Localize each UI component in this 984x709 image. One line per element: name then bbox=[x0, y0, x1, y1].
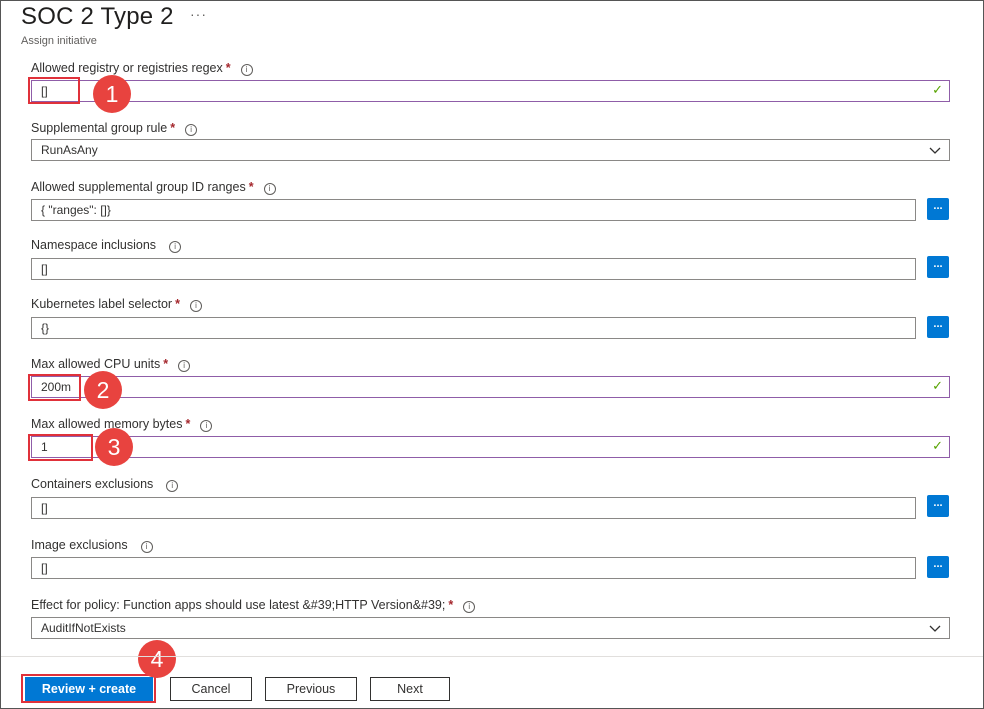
field-label: Max allowed memory bytes * i bbox=[31, 415, 950, 433]
field-label: Namespace inclusions i bbox=[31, 236, 950, 254]
info-icon[interactable]: i bbox=[263, 183, 276, 195]
previous-button[interactable]: Previous bbox=[265, 677, 357, 701]
footer-divider bbox=[1, 656, 983, 657]
more-options-button[interactable]: ··· bbox=[190, 6, 207, 22]
field-label: Max allowed CPU units * i bbox=[31, 355, 950, 373]
field-effect-for-policy: Effect for policy: Function apps should … bbox=[31, 596, 950, 639]
required-marker: * bbox=[185, 417, 191, 431]
info-icon[interactable]: i bbox=[189, 300, 202, 312]
next-button[interactable]: Next bbox=[370, 677, 450, 701]
field-label: Kubernetes label selector * i bbox=[31, 295, 950, 313]
annotation-highlight bbox=[28, 434, 93, 461]
select-value: RunAsAny bbox=[41, 143, 98, 157]
containers-exclusions-input[interactable]: [] bbox=[31, 497, 916, 519]
edit-ellipsis-button[interactable]: ... bbox=[927, 198, 949, 220]
max-cpu-units-input[interactable]: 200m ✓ bbox=[31, 376, 950, 398]
edit-ellipsis-button[interactable]: ... bbox=[927, 316, 949, 338]
annotation-highlight bbox=[28, 374, 81, 401]
info-icon[interactable]: i bbox=[463, 601, 476, 613]
info-icon[interactable]: i bbox=[166, 480, 179, 492]
supplemental-group-id-ranges-input[interactable]: { "ranges": []} bbox=[31, 199, 916, 221]
kubernetes-label-selector-input[interactable]: {} bbox=[31, 317, 916, 339]
field-label: Allowed registry or registries regex * i bbox=[31, 59, 950, 77]
field-label: Containers exclusions i bbox=[31, 475, 950, 493]
input-value: [] bbox=[41, 262, 48, 276]
image-exclusions-input[interactable]: [] bbox=[31, 557, 916, 579]
required-marker: * bbox=[175, 297, 180, 311]
field-image-exclusions: Image exclusions i [] ... bbox=[31, 536, 950, 579]
cancel-button[interactable]: Cancel bbox=[170, 677, 252, 701]
field-label: Supplemental group rule * i bbox=[31, 119, 950, 137]
checkmark-icon: ✓ bbox=[932, 83, 943, 98]
field-label: Allowed supplemental group ID ranges * i bbox=[31, 178, 950, 196]
edit-ellipsis-button[interactable]: ... bbox=[927, 256, 949, 278]
supplemental-group-rule-select[interactable]: RunAsAny bbox=[31, 139, 950, 161]
field-max-memory-bytes: Max allowed memory bytes * i 1 ✓ bbox=[31, 415, 950, 458]
field-containers-exclusions: Containers exclusions i [] ... bbox=[31, 475, 950, 519]
select-value: AuditIfNotExists bbox=[41, 621, 126, 635]
page-title: SOC 2 Type 2 bbox=[21, 3, 174, 30]
annotation-badge: 1 bbox=[93, 75, 131, 113]
page-subtitle: Assign initiative bbox=[21, 35, 97, 47]
input-value: [] bbox=[41, 561, 48, 575]
info-icon[interactable]: i bbox=[140, 541, 153, 553]
required-marker: * bbox=[225, 61, 231, 75]
chevron-down-icon bbox=[929, 625, 941, 632]
checkmark-icon: ✓ bbox=[932, 379, 943, 394]
field-max-cpu-units: Max allowed CPU units * i 200m ✓ bbox=[31, 355, 950, 398]
field-label: Image exclusions i bbox=[31, 536, 950, 554]
annotation-badge: 4 bbox=[138, 640, 176, 678]
info-icon[interactable]: i bbox=[240, 64, 253, 76]
field-supplemental-group-id-ranges: Allowed supplemental group ID ranges * i {… bbox=[31, 178, 950, 221]
input-value: {} bbox=[41, 321, 50, 335]
allowed-registry-input[interactable]: [] ✓ bbox=[31, 80, 950, 102]
required-marker: * bbox=[448, 598, 454, 612]
review-create-button[interactable]: Review + create bbox=[25, 677, 153, 701]
input-value: { "ranges": []} bbox=[41, 203, 111, 217]
required-marker: * bbox=[163, 357, 169, 371]
chevron-down-icon bbox=[929, 147, 941, 154]
annotation-badge: 3 bbox=[95, 428, 133, 466]
required-marker: * bbox=[248, 180, 254, 194]
field-label: Effect for policy: Function apps should … bbox=[31, 596, 950, 614]
annotation-badge: 2 bbox=[84, 371, 122, 409]
annotation-highlight bbox=[28, 77, 80, 104]
field-namespace-inclusions: Namespace inclusions i [] ... bbox=[31, 236, 950, 280]
info-icon[interactable]: i bbox=[169, 241, 182, 253]
info-icon[interactable]: i bbox=[185, 124, 198, 136]
field-allowed-registry: Allowed registry or registries regex * i [… bbox=[31, 59, 950, 102]
field-supplemental-group-rule: Supplemental group rule * i RunAsAny bbox=[31, 119, 950, 161]
effect-for-policy-select[interactable]: AuditIfNotExists bbox=[31, 617, 950, 639]
field-kubernetes-label-selector: Kubernetes label selector * i {} ... bbox=[31, 295, 950, 339]
info-icon[interactable]: i bbox=[200, 420, 213, 432]
required-marker: * bbox=[170, 121, 176, 135]
checkmark-icon: ✓ bbox=[932, 439, 943, 454]
info-icon[interactable]: i bbox=[178, 360, 191, 372]
input-value: [] bbox=[41, 501, 48, 515]
namespace-inclusions-input[interactable]: [] bbox=[31, 258, 916, 280]
max-memory-bytes-input[interactable]: 1 ✓ bbox=[31, 436, 950, 458]
edit-ellipsis-button[interactable]: ... bbox=[927, 495, 949, 517]
edit-ellipsis-button[interactable]: ... bbox=[927, 556, 949, 578]
